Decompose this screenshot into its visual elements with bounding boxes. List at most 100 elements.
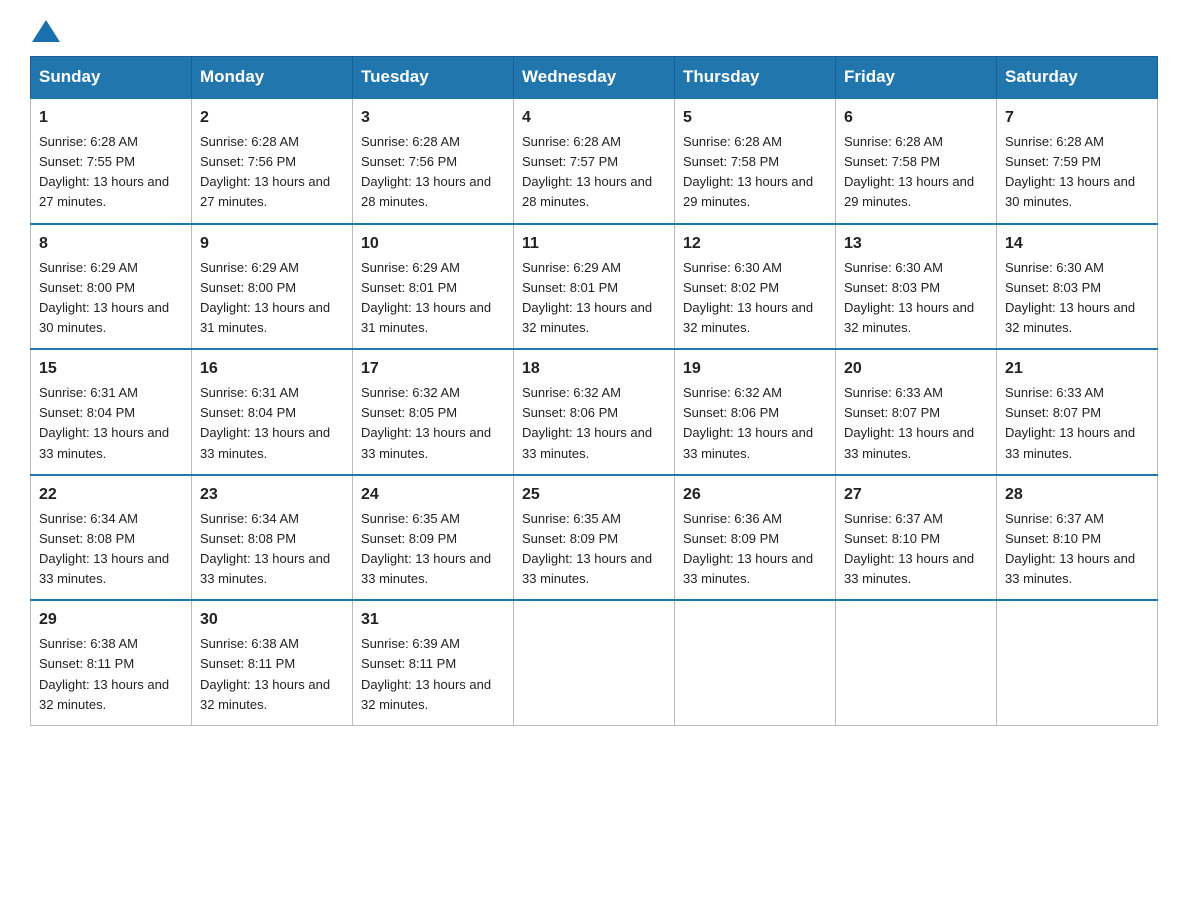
calendar-day-cell: 6 Sunrise: 6:28 AMSunset: 7:58 PMDayligh…: [836, 98, 997, 224]
calendar-day-cell: [675, 600, 836, 725]
calendar-day-cell: 5 Sunrise: 6:28 AMSunset: 7:58 PMDayligh…: [675, 98, 836, 224]
calendar-day-cell: 9 Sunrise: 6:29 AMSunset: 8:00 PMDayligh…: [192, 224, 353, 350]
day-number: 9: [200, 232, 344, 256]
day-info: Sunrise: 6:30 AMSunset: 8:02 PMDaylight:…: [683, 260, 813, 335]
calendar-day-cell: 3 Sunrise: 6:28 AMSunset: 7:56 PMDayligh…: [353, 98, 514, 224]
day-info: Sunrise: 6:29 AMSunset: 8:00 PMDaylight:…: [200, 260, 330, 335]
day-info: Sunrise: 6:34 AMSunset: 8:08 PMDaylight:…: [39, 511, 169, 586]
day-of-week-header: Saturday: [997, 57, 1158, 99]
day-info: Sunrise: 6:36 AMSunset: 8:09 PMDaylight:…: [683, 511, 813, 586]
day-info: Sunrise: 6:29 AMSunset: 8:01 PMDaylight:…: [361, 260, 491, 335]
calendar-week-row: 8 Sunrise: 6:29 AMSunset: 8:00 PMDayligh…: [31, 224, 1158, 350]
day-number: 4: [522, 106, 666, 130]
calendar-day-cell: 20 Sunrise: 6:33 AMSunset: 8:07 PMDaylig…: [836, 349, 997, 475]
day-number: 30: [200, 608, 344, 632]
day-of-week-header: Wednesday: [514, 57, 675, 99]
day-info: Sunrise: 6:28 AMSunset: 7:55 PMDaylight:…: [39, 134, 169, 209]
calendar-day-cell: 26 Sunrise: 6:36 AMSunset: 8:09 PMDaylig…: [675, 475, 836, 601]
calendar-day-cell: 16 Sunrise: 6:31 AMSunset: 8:04 PMDaylig…: [192, 349, 353, 475]
day-number: 2: [200, 106, 344, 130]
calendar-day-cell: 13 Sunrise: 6:30 AMSunset: 8:03 PMDaylig…: [836, 224, 997, 350]
day-info: Sunrise: 6:28 AMSunset: 7:58 PMDaylight:…: [844, 134, 974, 209]
calendar-day-cell: 27 Sunrise: 6:37 AMSunset: 8:10 PMDaylig…: [836, 475, 997, 601]
calendar-day-cell: 24 Sunrise: 6:35 AMSunset: 8:09 PMDaylig…: [353, 475, 514, 601]
day-info: Sunrise: 6:28 AMSunset: 7:59 PMDaylight:…: [1005, 134, 1135, 209]
calendar-week-row: 29 Sunrise: 6:38 AMSunset: 8:11 PMDaylig…: [31, 600, 1158, 725]
day-info: Sunrise: 6:28 AMSunset: 7:57 PMDaylight:…: [522, 134, 652, 209]
calendar-body: 1 Sunrise: 6:28 AMSunset: 7:55 PMDayligh…: [31, 98, 1158, 725]
day-number: 3: [361, 106, 505, 130]
calendar-day-cell: 7 Sunrise: 6:28 AMSunset: 7:59 PMDayligh…: [997, 98, 1158, 224]
day-info: Sunrise: 6:28 AMSunset: 7:56 PMDaylight:…: [200, 134, 330, 209]
calendar-header: SundayMondayTuesdayWednesdayThursdayFrid…: [31, 57, 1158, 99]
day-info: Sunrise: 6:28 AMSunset: 7:58 PMDaylight:…: [683, 134, 813, 209]
calendar-week-row: 15 Sunrise: 6:31 AMSunset: 8:04 PMDaylig…: [31, 349, 1158, 475]
day-number: 31: [361, 608, 505, 632]
calendar-day-cell: 22 Sunrise: 6:34 AMSunset: 8:08 PMDaylig…: [31, 475, 192, 601]
day-number: 28: [1005, 483, 1149, 507]
calendar-day-cell: 8 Sunrise: 6:29 AMSunset: 8:00 PMDayligh…: [31, 224, 192, 350]
day-number: 16: [200, 357, 344, 381]
calendar-day-cell: 18 Sunrise: 6:32 AMSunset: 8:06 PMDaylig…: [514, 349, 675, 475]
day-number: 22: [39, 483, 183, 507]
day-info: Sunrise: 6:35 AMSunset: 8:09 PMDaylight:…: [361, 511, 491, 586]
day-of-week-header: Thursday: [675, 57, 836, 99]
day-number: 20: [844, 357, 988, 381]
day-number: 29: [39, 608, 183, 632]
calendar-day-cell: 10 Sunrise: 6:29 AMSunset: 8:01 PMDaylig…: [353, 224, 514, 350]
day-info: Sunrise: 6:33 AMSunset: 8:07 PMDaylight:…: [1005, 385, 1135, 460]
day-number: 25: [522, 483, 666, 507]
day-number: 6: [844, 106, 988, 130]
day-number: 26: [683, 483, 827, 507]
day-number: 12: [683, 232, 827, 256]
day-number: 14: [1005, 232, 1149, 256]
days-of-week-row: SundayMondayTuesdayWednesdayThursdayFrid…: [31, 57, 1158, 99]
calendar-day-cell: 30 Sunrise: 6:38 AMSunset: 8:11 PMDaylig…: [192, 600, 353, 725]
day-number: 10: [361, 232, 505, 256]
calendar-day-cell: 21 Sunrise: 6:33 AMSunset: 8:07 PMDaylig…: [997, 349, 1158, 475]
day-info: Sunrise: 6:29 AMSunset: 8:01 PMDaylight:…: [522, 260, 652, 335]
calendar-day-cell: 17 Sunrise: 6:32 AMSunset: 8:05 PMDaylig…: [353, 349, 514, 475]
logo: [30, 20, 62, 42]
day-info: Sunrise: 6:38 AMSunset: 8:11 PMDaylight:…: [200, 636, 330, 711]
day-info: Sunrise: 6:35 AMSunset: 8:09 PMDaylight:…: [522, 511, 652, 586]
calendar-day-cell: 23 Sunrise: 6:34 AMSunset: 8:08 PMDaylig…: [192, 475, 353, 601]
logo-area: [30, 20, 62, 38]
day-info: Sunrise: 6:29 AMSunset: 8:00 PMDaylight:…: [39, 260, 169, 335]
day-number: 27: [844, 483, 988, 507]
day-info: Sunrise: 6:32 AMSunset: 8:06 PMDaylight:…: [522, 385, 652, 460]
day-info: Sunrise: 6:28 AMSunset: 7:56 PMDaylight:…: [361, 134, 491, 209]
calendar-day-cell: 29 Sunrise: 6:38 AMSunset: 8:11 PMDaylig…: [31, 600, 192, 725]
day-of-week-header: Sunday: [31, 57, 192, 99]
calendar-day-cell: 28 Sunrise: 6:37 AMSunset: 8:10 PMDaylig…: [997, 475, 1158, 601]
day-number: 19: [683, 357, 827, 381]
calendar-week-row: 1 Sunrise: 6:28 AMSunset: 7:55 PMDayligh…: [31, 98, 1158, 224]
day-number: 13: [844, 232, 988, 256]
calendar-day-cell: 2 Sunrise: 6:28 AMSunset: 7:56 PMDayligh…: [192, 98, 353, 224]
calendar-week-row: 22 Sunrise: 6:34 AMSunset: 8:08 PMDaylig…: [31, 475, 1158, 601]
calendar-day-cell: 14 Sunrise: 6:30 AMSunset: 8:03 PMDaylig…: [997, 224, 1158, 350]
day-number: 1: [39, 106, 183, 130]
calendar-day-cell: 11 Sunrise: 6:29 AMSunset: 8:01 PMDaylig…: [514, 224, 675, 350]
calendar-day-cell: 31 Sunrise: 6:39 AMSunset: 8:11 PMDaylig…: [353, 600, 514, 725]
day-number: 21: [1005, 357, 1149, 381]
calendar-day-cell: [997, 600, 1158, 725]
day-info: Sunrise: 6:32 AMSunset: 8:05 PMDaylight:…: [361, 385, 491, 460]
day-number: 7: [1005, 106, 1149, 130]
day-info: Sunrise: 6:31 AMSunset: 8:04 PMDaylight:…: [39, 385, 169, 460]
day-number: 5: [683, 106, 827, 130]
day-number: 24: [361, 483, 505, 507]
day-info: Sunrise: 6:39 AMSunset: 8:11 PMDaylight:…: [361, 636, 491, 711]
day-number: 8: [39, 232, 183, 256]
day-info: Sunrise: 6:38 AMSunset: 8:11 PMDaylight:…: [39, 636, 169, 711]
day-info: Sunrise: 6:33 AMSunset: 8:07 PMDaylight:…: [844, 385, 974, 460]
calendar-day-cell: 19 Sunrise: 6:32 AMSunset: 8:06 PMDaylig…: [675, 349, 836, 475]
calendar-day-cell: [836, 600, 997, 725]
day-info: Sunrise: 6:31 AMSunset: 8:04 PMDaylight:…: [200, 385, 330, 460]
day-info: Sunrise: 6:30 AMSunset: 8:03 PMDaylight:…: [1005, 260, 1135, 335]
calendar-day-cell: 4 Sunrise: 6:28 AMSunset: 7:57 PMDayligh…: [514, 98, 675, 224]
calendar-day-cell: 25 Sunrise: 6:35 AMSunset: 8:09 PMDaylig…: [514, 475, 675, 601]
day-of-week-header: Friday: [836, 57, 997, 99]
day-number: 15: [39, 357, 183, 381]
day-info: Sunrise: 6:37 AMSunset: 8:10 PMDaylight:…: [1005, 511, 1135, 586]
